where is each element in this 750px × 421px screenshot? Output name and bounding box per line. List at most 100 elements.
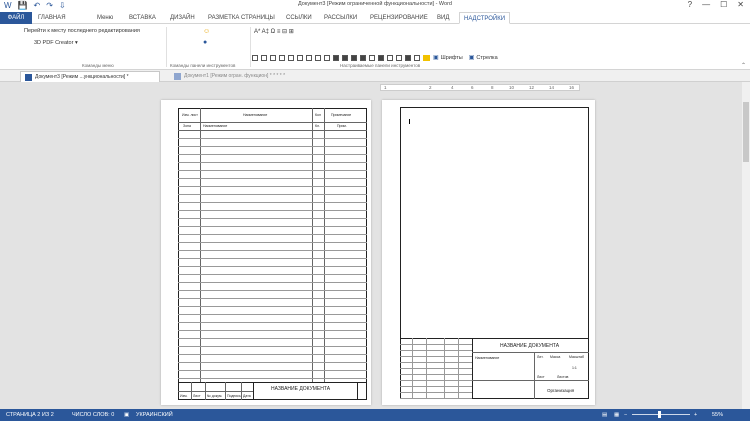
print-layout-icon[interactable]: ▦ bbox=[614, 409, 619, 421]
toolbar-square-icon[interactable] bbox=[288, 54, 294, 61]
stamp-row bbox=[400, 398, 472, 399]
pdf-creator-dropdown[interactable]: 3D PDF Creator ▾ bbox=[34, 40, 78, 46]
subheader-name: Наименование bbox=[203, 124, 228, 128]
stamp-col-docnum: № докум. bbox=[207, 394, 223, 398]
proofing-icon[interactable]: ▣ bbox=[124, 409, 129, 421]
toolbar-square-icon[interactable] bbox=[315, 54, 321, 61]
table-row bbox=[178, 362, 367, 363]
stamp-subtitle: Наименование bbox=[475, 356, 500, 360]
tab-home[interactable]: ГЛАВНАЯ bbox=[38, 12, 66, 24]
toolbar-square-icon[interactable] bbox=[324, 54, 330, 61]
zoom-slider[interactable] bbox=[632, 411, 690, 418]
ruler-tick: 16 bbox=[569, 85, 575, 90]
tab-file[interactable]: ФАЙЛ bbox=[0, 12, 32, 24]
stamp-row bbox=[400, 380, 472, 381]
zoom-out-icon[interactable]: − bbox=[624, 409, 627, 421]
collapse-ribbon-icon[interactable]: ⌃ bbox=[741, 62, 746, 69]
stamp-row bbox=[400, 350, 472, 351]
minimize-icon[interactable]: — bbox=[702, 0, 710, 9]
toolbar-square-icon[interactable] bbox=[306, 54, 312, 61]
smiley-icon[interactable]: ☺ bbox=[203, 28, 210, 35]
toolbar-command-icon[interactable]: ● bbox=[203, 39, 207, 46]
tab-menu[interactable]: Меню bbox=[97, 12, 113, 24]
doc-tab-label: Документ1 [Режим огран. функцион] * * * … bbox=[184, 73, 286, 79]
vertical-scrollbar[interactable] bbox=[742, 82, 750, 409]
table-row bbox=[178, 258, 367, 259]
stamp-line bbox=[357, 382, 358, 400]
toolbar-square-icon[interactable] bbox=[369, 54, 375, 61]
fonts-button[interactable]: Шрифты bbox=[441, 55, 463, 61]
tab-references[interactable]: ССЫЛКИ bbox=[286, 12, 312, 24]
table-row bbox=[178, 250, 367, 251]
fonts-icon[interactable]: ▣ bbox=[433, 54, 439, 61]
stamp-row bbox=[400, 344, 472, 345]
toolbar-square-icon[interactable] bbox=[414, 54, 420, 61]
scrollbar-thumb[interactable] bbox=[743, 102, 749, 162]
page-count[interactable]: СТРАНИЦА 2 ИЗ 2 bbox=[6, 409, 54, 421]
stamp-row bbox=[400, 362, 472, 363]
table-row bbox=[178, 274, 367, 275]
symbol-buttons[interactable]: A* A‡ Ω ≡ ⊟ ⊞ bbox=[254, 28, 294, 35]
ruler-tick: 8 bbox=[491, 85, 494, 90]
subheader-zone: Зона bbox=[183, 124, 191, 128]
word-count[interactable]: ЧИСЛО СЛОВ: 0 bbox=[72, 409, 114, 421]
toolbar-square-icon[interactable] bbox=[279, 54, 285, 61]
ruler-tick: 14 bbox=[549, 85, 555, 90]
tab-insert[interactable]: ВСТАВКА bbox=[129, 12, 156, 24]
table-row bbox=[178, 154, 367, 155]
stamp-row bbox=[400, 392, 472, 393]
tab-view[interactable]: ВИД bbox=[437, 12, 449, 24]
document-workspace[interactable] bbox=[0, 82, 750, 409]
table-row bbox=[178, 322, 367, 323]
stamp-line bbox=[472, 338, 473, 399]
custom-toolbar-row: ▣ Шрифты ▣ Стрелка bbox=[252, 54, 498, 61]
page-frame bbox=[178, 108, 367, 400]
stamp-line bbox=[253, 382, 254, 400]
doc-tab-inactive[interactable]: Документ1 [Режим огран. функцион] * * * … bbox=[170, 71, 310, 82]
stamp-line bbox=[225, 382, 226, 400]
toolbar-square-icon[interactable] bbox=[261, 54, 267, 61]
toolbar-square-icon[interactable] bbox=[297, 54, 303, 61]
stamp-document-title: НАЗВАНИЕ ДОКУМЕНТА bbox=[500, 343, 560, 349]
stamp-col-scale: Масштаб bbox=[569, 355, 584, 359]
zoom-in-icon[interactable]: + bbox=[694, 409, 697, 421]
tab-addins[interactable]: НАДСТРОЙКИ bbox=[459, 12, 511, 24]
zoom-level[interactable]: 55% bbox=[712, 409, 723, 421]
table-row bbox=[178, 242, 367, 243]
table-header-divider bbox=[178, 122, 367, 123]
toolbar-square-icon[interactable] bbox=[387, 54, 393, 61]
stamp-column bbox=[444, 338, 445, 399]
goto-last-edit-button[interactable]: Перейти к месту последнего редактировани… bbox=[24, 28, 140, 34]
tab-mailings[interactable]: РАССЫЛКИ bbox=[324, 12, 357, 24]
close-icon[interactable]: ✕ bbox=[737, 0, 744, 9]
language[interactable]: УКРАИНСКИЙ bbox=[136, 409, 173, 421]
read-mode-icon[interactable]: ▤ bbox=[602, 409, 607, 421]
toolbar-filled-square-icon[interactable] bbox=[360, 54, 366, 61]
table-row bbox=[178, 346, 367, 347]
doc-tab-active[interactable]: Документ3 [Режим ...ункциональности] * bbox=[20, 71, 160, 82]
tab-review[interactable]: РЕЦЕНЗИРОВАНИЕ bbox=[370, 12, 428, 24]
ruler-tick: 12 bbox=[529, 85, 535, 90]
toolbar-square-icon[interactable] bbox=[270, 54, 276, 61]
tab-design[interactable]: ДИЗАЙН bbox=[170, 12, 195, 24]
help-icon[interactable]: ? bbox=[688, 0, 692, 9]
toolbar-filled-square-icon[interactable] bbox=[342, 54, 348, 61]
arrow-icon[interactable]: ▣ bbox=[469, 54, 475, 61]
zoom-knob[interactable] bbox=[658, 411, 661, 418]
page-specification[interactable]: Изм. лист Наименование Кол Примечание Зо… bbox=[161, 100, 371, 405]
horizontal-ruler[interactable]: 1 2 4 6 8 10 12 14 16 bbox=[380, 84, 580, 91]
flag-icon[interactable] bbox=[423, 54, 430, 61]
stamp-top-line bbox=[400, 338, 589, 339]
toolbar-filled-square-icon[interactable] bbox=[405, 54, 411, 61]
maximize-icon[interactable]: ☐ bbox=[720, 0, 727, 9]
toolbar-square-icon[interactable] bbox=[252, 54, 258, 61]
toolbar-filled-square-icon[interactable] bbox=[333, 54, 339, 61]
page-drawing-frame[interactable]: НАЗВАНИЕ ДОКУМЕНТА Наименование Лит. Мас… bbox=[382, 100, 595, 405]
tab-page-layout[interactable]: РАЗМЕТКА СТРАНИЦЫ bbox=[208, 12, 275, 24]
toolbar-filled-square-icon[interactable] bbox=[351, 54, 357, 61]
toolbar-filled-square-icon[interactable] bbox=[378, 54, 384, 61]
ribbon-tabs: ФАЙЛ ГЛАВНАЯ Меню ВСТАВКА ДИЗАЙН РАЗМЕТК… bbox=[0, 12, 750, 24]
group-separator bbox=[250, 27, 251, 67]
arrow-button[interactable]: Стрелка bbox=[476, 55, 497, 61]
toolbar-square-icon[interactable] bbox=[396, 54, 402, 61]
